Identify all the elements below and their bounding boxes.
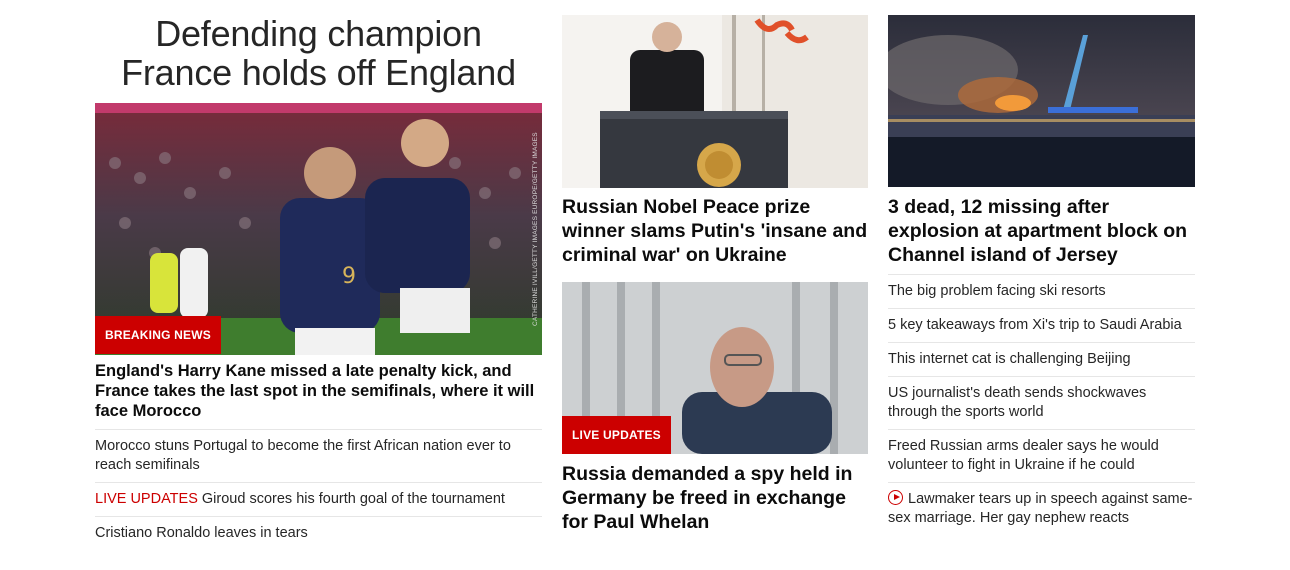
jersey-story-title[interactable]: 3 dead, 12 missing after explosion at ap…	[888, 195, 1195, 267]
nobel-story-title[interactable]: Russian Nobel Peace prize winner slams P…	[562, 195, 868, 267]
whelan-story-title[interactable]: Russia demanded a spy held in Germany be…	[562, 462, 868, 534]
breaking-news-badge: BREAKING NEWS	[95, 316, 221, 354]
play-circle-icon	[888, 490, 903, 505]
live-updates-badge: LIVE UPDATES	[562, 416, 671, 454]
svg-text:9: 9	[342, 264, 356, 289]
headline-link-us-journalist[interactable]: US journalist's death sends shockwaves t…	[888, 376, 1195, 429]
lead-headline[interactable]: Defending champion France holds off Engl…	[95, 14, 542, 92]
right-headline-links: The big problem facing ski resorts 5 key…	[888, 274, 1195, 535]
related-link-ronaldo[interactable]: Cristiano Ronaldo leaves in tears	[95, 516, 542, 550]
headline-link-xi-trip[interactable]: 5 key takeaways from Xi's trip to Saudi …	[888, 308, 1195, 342]
image-credit: CATHERINE IVILL/GETTY IMAGES EUROPE/GETT…	[532, 132, 539, 326]
live-updates-tag: LIVE UPDATES	[95, 491, 198, 507]
headline-link-arms-dealer[interactable]: Freed Russian arms dealer says he would …	[888, 429, 1195, 482]
headline-link-lawmaker[interactable]: Lawmaker tears up in speech against same…	[888, 482, 1195, 535]
headline-link-ski-resorts[interactable]: The big problem facing ski resorts	[888, 274, 1195, 308]
lead-story-title[interactable]: England's Harry Kane missed a late penal…	[95, 361, 542, 421]
headline-link-internet-cat[interactable]: This internet cat is challenging Beijing	[888, 342, 1195, 376]
related-link-giroud[interactable]: LIVE UPDATES Giroud scores his fourth go…	[95, 482, 542, 516]
lead-related-links: Morocco stuns Portugal to become the fir…	[95, 429, 542, 550]
nobel-story-image[interactable]	[562, 15, 868, 188]
related-link-morocco[interactable]: Morocco stuns Portugal to become the fir…	[95, 429, 542, 482]
jersey-story-image[interactable]	[888, 15, 1195, 187]
